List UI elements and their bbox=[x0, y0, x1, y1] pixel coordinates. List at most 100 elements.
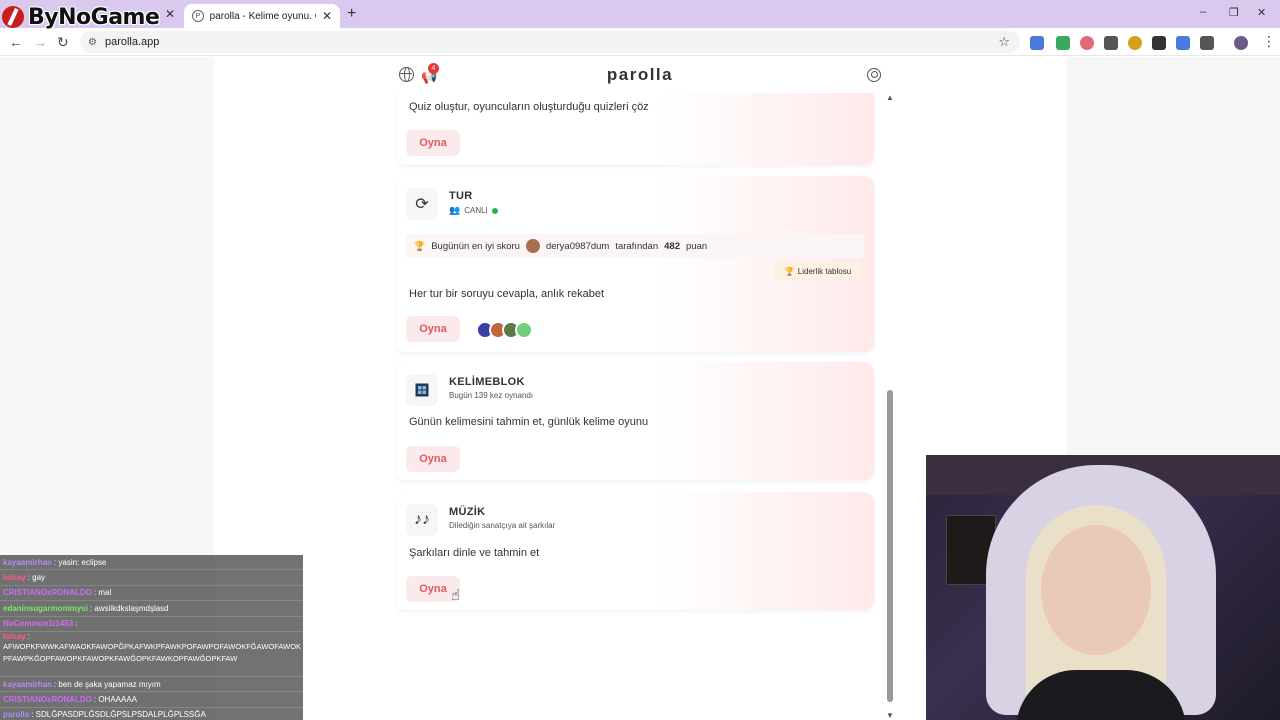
kelimeblok-card: KELİMEBLOK Bugün 139 kez oynandı Günün k… bbox=[396, 362, 874, 480]
close-window-button[interactable]: ✕ bbox=[1257, 6, 1266, 19]
url-text: parolla.app bbox=[104, 36, 160, 48]
maximize-button[interactable]: ❐ bbox=[1229, 6, 1239, 19]
chat-username: lolcay bbox=[3, 573, 26, 583]
chat-message: : yasin: eclipse bbox=[53, 557, 107, 567]
trophy-icon: 🏆 bbox=[784, 266, 795, 276]
chat-line: CRISTIANOxRONALDO : OHAAAAA bbox=[0, 692, 303, 708]
chat-message: : gay bbox=[27, 573, 46, 583]
chat-message: : OHAAAAA bbox=[93, 695, 138, 705]
card-subtitle: Bugün 139 kez oynandı bbox=[449, 391, 534, 400]
address-bar[interactable]: ⚙ parolla.app ☆ bbox=[80, 31, 1020, 53]
chat-username: parolla bbox=[3, 710, 30, 720]
extension-icon[interactable] bbox=[1056, 36, 1070, 50]
hand-cursor-icon: ☝ bbox=[451, 587, 461, 604]
chat-username: NoCommon1t1453 bbox=[3, 619, 74, 629]
leaderboard-button[interactable]: 🏆 Liderlik tablosu bbox=[774, 262, 862, 280]
extension-icon[interactable] bbox=[1176, 36, 1190, 50]
kelimeblok-play-button[interactable]: Oyna bbox=[406, 446, 460, 472]
card-title: MÜZİK bbox=[449, 506, 486, 518]
chat-username: kayaamirhan bbox=[3, 679, 52, 689]
quiz-play-button[interactable]: Oyna bbox=[406, 130, 460, 156]
chat-username: lolcay bbox=[3, 631, 26, 641]
site-info-icon[interactable]: ⚙ bbox=[88, 37, 97, 48]
minimize-button[interactable]: – bbox=[1200, 6, 1206, 18]
tab-title: parolla - Kelime oyunu. Günlük bbox=[209, 10, 316, 22]
avatar bbox=[525, 239, 540, 253]
best-unit: puan bbox=[686, 240, 708, 252]
live-label: CANLI bbox=[464, 206, 488, 215]
extension-icon[interactable] bbox=[1104, 36, 1118, 50]
leaderboard-label: Liderlik tablosu bbox=[797, 266, 852, 276]
browser-menu-icon[interactable]: ⋮ bbox=[1262, 33, 1276, 50]
page-scrollbar[interactable]: ▲ ▼ bbox=[885, 93, 895, 720]
tur-card: ⟳ TUR 👥 CANLI 🏆 Bugünün en iyi skoru der… bbox=[396, 176, 874, 352]
best-middle: tarafından bbox=[615, 240, 659, 252]
best-score-prefix: Bugünün en iyi skoru bbox=[431, 240, 520, 252]
forward-icon[interactable]: → bbox=[33, 34, 47, 50]
chat-line: lolcay : gay bbox=[0, 570, 303, 586]
extensions-puzzle-icon[interactable] bbox=[1200, 36, 1214, 50]
webcam-overlay bbox=[926, 455, 1280, 720]
extension-icon[interactable] bbox=[1152, 36, 1166, 50]
tab-close-icon[interactable]: ✕ bbox=[322, 9, 332, 23]
scroll-up-icon[interactable]: ▲ bbox=[886, 93, 894, 102]
card-description: Günün kelimesini tahmin et, günlük kelim… bbox=[409, 416, 649, 428]
chat-line: CRISTIANOxRONALDO : mal bbox=[0, 585, 303, 602]
best-user: derya0987dum bbox=[545, 240, 610, 252]
chat-line: lolcay : AFWOPKFWWKAFWAOKFAWOPĞPKAFWKPFA… bbox=[0, 631, 303, 677]
card-title: TUR bbox=[449, 190, 473, 202]
reload-icon[interactable]: ↻ bbox=[57, 34, 69, 51]
player-avatars bbox=[476, 321, 533, 339]
quiz-card: Quiz oluştur, oyuncuların oluşturduğu qu… bbox=[396, 93, 874, 165]
card-subtitle: Dilediğin sanatçıya ait şarkılar bbox=[449, 521, 556, 530]
people-icon: 👥 bbox=[449, 205, 461, 215]
tab-favicon-icon: P bbox=[192, 10, 204, 22]
browser-tab-bar: ByNoGame ✕ P parolla - Kelime oyunu. Gün… bbox=[0, 0, 1280, 30]
chat-username: kayaamirhan bbox=[3, 557, 52, 567]
chat-message: : bbox=[27, 631, 30, 641]
site-header: 📢 4 parolla bbox=[395, 57, 885, 93]
music-icon: ♪♪ bbox=[406, 504, 438, 536]
stream-brand-logo: ByNoGame bbox=[2, 2, 162, 32]
extension-icon[interactable] bbox=[1080, 36, 1094, 50]
site-title[interactable]: parolla bbox=[395, 65, 885, 85]
tab-close-icon[interactable]: ✕ bbox=[165, 7, 175, 21]
refresh-icon: ⟳ bbox=[406, 188, 438, 220]
live-status: 👥 CANLI bbox=[449, 205, 498, 216]
chat-message: : bbox=[75, 619, 78, 629]
muzik-card: ♪♪ MÜZİK Dilediğin sanatçıya ait şarkıla… bbox=[396, 492, 874, 610]
brand-text: ByNoGame bbox=[28, 4, 160, 30]
back-icon[interactable]: ← bbox=[9, 34, 23, 50]
grid-icon bbox=[406, 374, 438, 406]
webcam-streamer-face bbox=[1041, 525, 1151, 655]
card-description: Quiz oluştur, oyuncuların oluşturduğu qu… bbox=[409, 101, 649, 113]
card-title: KELİMEBLOK bbox=[449, 376, 525, 388]
profile-avatar[interactable] bbox=[1234, 36, 1248, 50]
chat-message: : awsiikdkslaşmdşlasd bbox=[89, 603, 169, 613]
chat-line: kayaamirhan : ben de şaka yapamaz mıyım bbox=[0, 676, 303, 693]
card-description: Şarkıları dinle ve tahmin et bbox=[409, 547, 540, 559]
chat-line: kayaamirhan : yasin: eclipse bbox=[0, 555, 303, 571]
scrollbar-thumb[interactable] bbox=[887, 390, 893, 702]
chat-username: CRISTIANOxRONALDO bbox=[3, 588, 92, 598]
chat-message: : SDLĞPASDPLĞSDLĞPSLPSDALPLĞPLSSĞA bbox=[31, 710, 206, 720]
chat-line: NoCommon1t1453 : bbox=[0, 616, 303, 632]
browser-toolbar: ← → ↻ ⚙ parolla.app ☆ ⋮ bbox=[0, 28, 1280, 56]
avatar bbox=[515, 321, 533, 339]
tur-play-button[interactable]: Oyna bbox=[406, 316, 460, 342]
tab-active[interactable]: P parolla - Kelime oyunu. Günlük ✕ bbox=[184, 4, 340, 28]
trophy-icon: 🏆 bbox=[414, 240, 426, 251]
best-score-row: 🏆 Bugünün en iyi skoru derya0987dum tara… bbox=[406, 234, 864, 258]
chat-message: AFWOPKFWWKAFWAOKFAWOPĞPKAFWKPFAWKPOFAWPO… bbox=[3, 641, 302, 663]
chat-line: parolla : SDLĞPASDPLĞSDLĞPSLPSDALPLĞPLSS… bbox=[0, 707, 303, 720]
brand-logo-icon bbox=[2, 6, 24, 28]
bookmark-star-icon[interactable]: ☆ bbox=[998, 34, 1010, 50]
user-icon[interactable] bbox=[867, 68, 881, 82]
extension-icon[interactable] bbox=[1128, 36, 1142, 50]
new-tab-button[interactable]: + bbox=[347, 5, 356, 23]
scroll-down-icon[interactable]: ▼ bbox=[886, 711, 894, 720]
live-dot-icon bbox=[491, 207, 498, 214]
stream-chat-overlay: kayaamirhan : yasin: eclipse lolcay : ga… bbox=[0, 555, 303, 720]
translate-extension-icon[interactable] bbox=[1030, 36, 1044, 50]
chat-username: CRISTIANOxRONALDO bbox=[3, 695, 92, 705]
